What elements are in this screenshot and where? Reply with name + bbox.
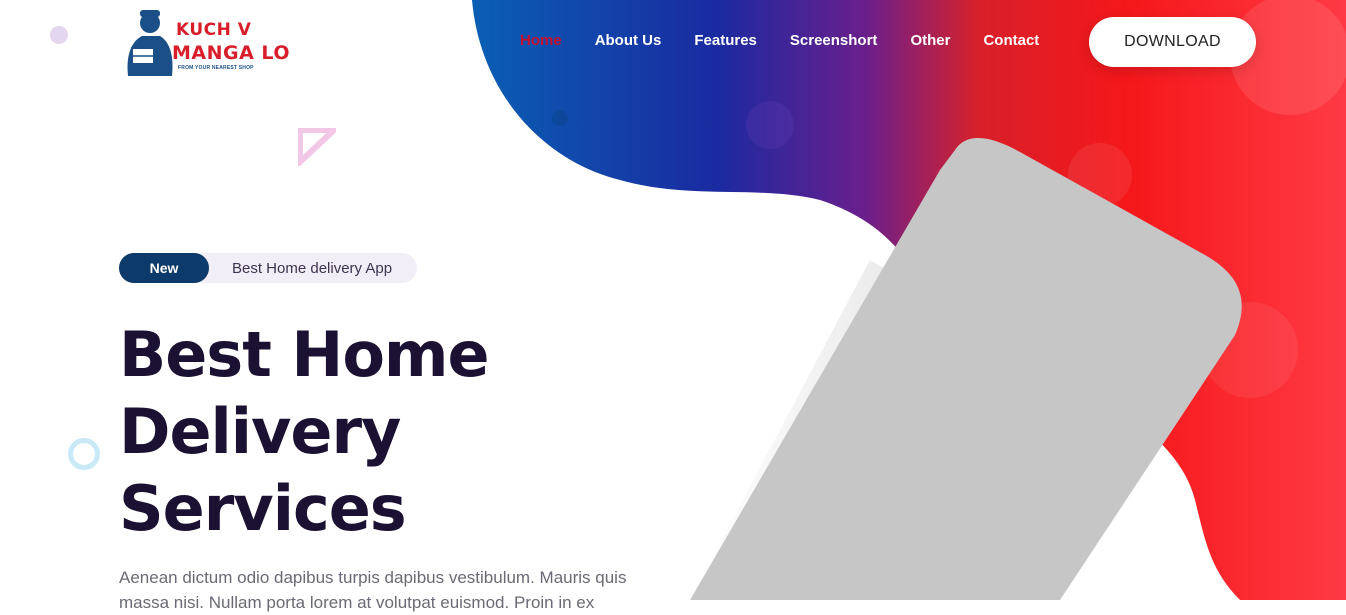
new-badge: New xyxy=(119,253,209,283)
circle-icon xyxy=(50,26,68,44)
download-button[interactable]: DOWNLOAD xyxy=(1089,17,1256,67)
ring-icon xyxy=(68,438,100,470)
hero-badge: New Best Home delivery App xyxy=(119,253,417,283)
hero-title-line: Delivery xyxy=(119,395,401,468)
hero-title: Best Home Delivery Services xyxy=(119,316,599,547)
brand-tagline: FROM YOUR NEAREST SHOP xyxy=(178,65,254,71)
triangle-icon xyxy=(298,128,336,166)
nav-item-about-us[interactable]: About Us xyxy=(595,32,662,49)
nav-item-contact[interactable]: Contact xyxy=(983,32,1039,49)
badge-text: Best Home delivery App xyxy=(232,259,393,277)
delivery-man-icon xyxy=(127,10,173,76)
brand-logo[interactable]: KUCH V MANGA LO FROM YOUR NEAREST SHOP xyxy=(120,6,300,78)
nav-item-other[interactable]: Other xyxy=(910,32,950,49)
brand-name-line1: KUCH V xyxy=(176,20,252,40)
nav-item-home[interactable]: Home xyxy=(520,32,562,49)
hero-title-line: Services xyxy=(119,472,407,545)
hero-description: Aenean dictum odio dapibus turpis dapibu… xyxy=(119,568,627,612)
brand-name-line2: MANGA LO xyxy=(172,42,291,64)
nav-item-features[interactable]: Features xyxy=(694,32,757,49)
nav-item-screenshort[interactable]: Screenshort xyxy=(790,32,878,49)
hero-title-line: Best Home xyxy=(119,318,490,391)
main-nav: Home About Us Features Screenshort Other… xyxy=(520,32,1072,49)
phone-mockup xyxy=(690,137,1242,600)
